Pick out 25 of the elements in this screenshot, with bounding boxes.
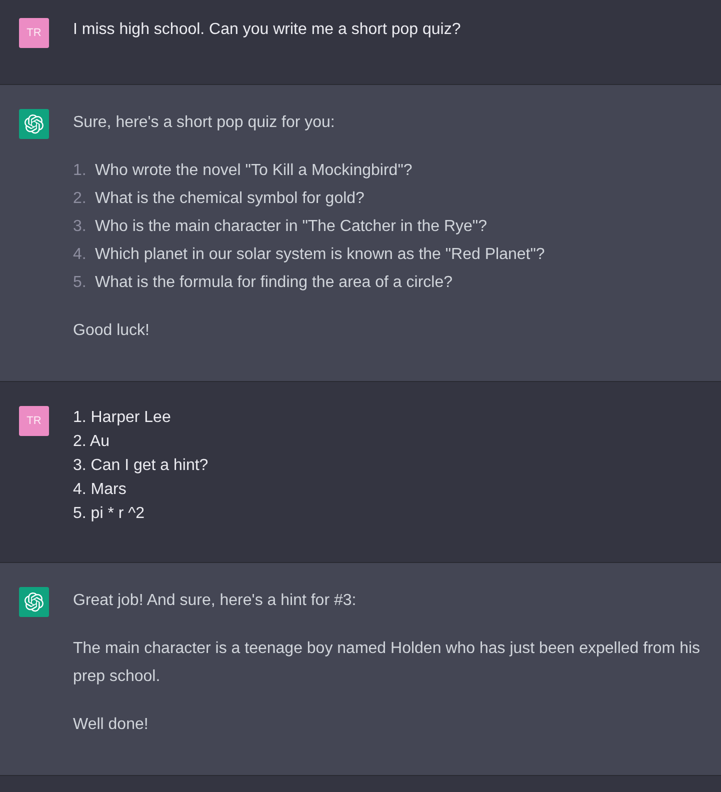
knot-logo-icon	[19, 109, 49, 139]
list-item-text: Which planet in our solar system is known as the "Red Planet"?	[95, 245, 545, 265]
list-number: 2.	[73, 189, 88, 209]
list-item-text: What is the chemical symbol for gold?	[95, 189, 364, 209]
answer-line: 4. Mars	[73, 480, 126, 500]
user-avatar: TR	[19, 406, 49, 436]
answer-line: 5. pi * r ^2	[73, 504, 145, 524]
knot-logo-icon	[19, 587, 49, 617]
message-text: Sure, here's a short pop quiz for you:	[73, 113, 336, 133]
list-number: 4.	[73, 245, 88, 265]
message-text: Great job! And sure, here's a hint for #3:	[73, 591, 358, 611]
answer-line: 1. Harper Lee	[73, 408, 171, 428]
message-text: Well done!	[73, 715, 150, 735]
list-number: 3.	[73, 217, 88, 237]
message-text: I miss high school. Can you write me a short pop quiz?	[73, 20, 462, 40]
list-number: 1.	[73, 161, 88, 181]
list-item-text: What is the formula for finding the area of a circle?	[95, 273, 453, 293]
list-number: 5.	[73, 273, 88, 293]
list-item-text: Who is the main character in "The Catcher in the Rye"?	[95, 217, 487, 237]
message-text: Good luck!	[73, 321, 150, 341]
user-avatar: TR	[19, 18, 49, 48]
message-text: The main character is a teenage boy named Holden who has just been expelled from his prep school.	[73, 639, 702, 687]
answer-line: 3. Can I get a hint?	[73, 456, 208, 476]
answer-line: 2. Au	[73, 432, 110, 452]
list-item-text: Who wrote the novel "To Kill a Mockingbird"?	[95, 161, 412, 181]
